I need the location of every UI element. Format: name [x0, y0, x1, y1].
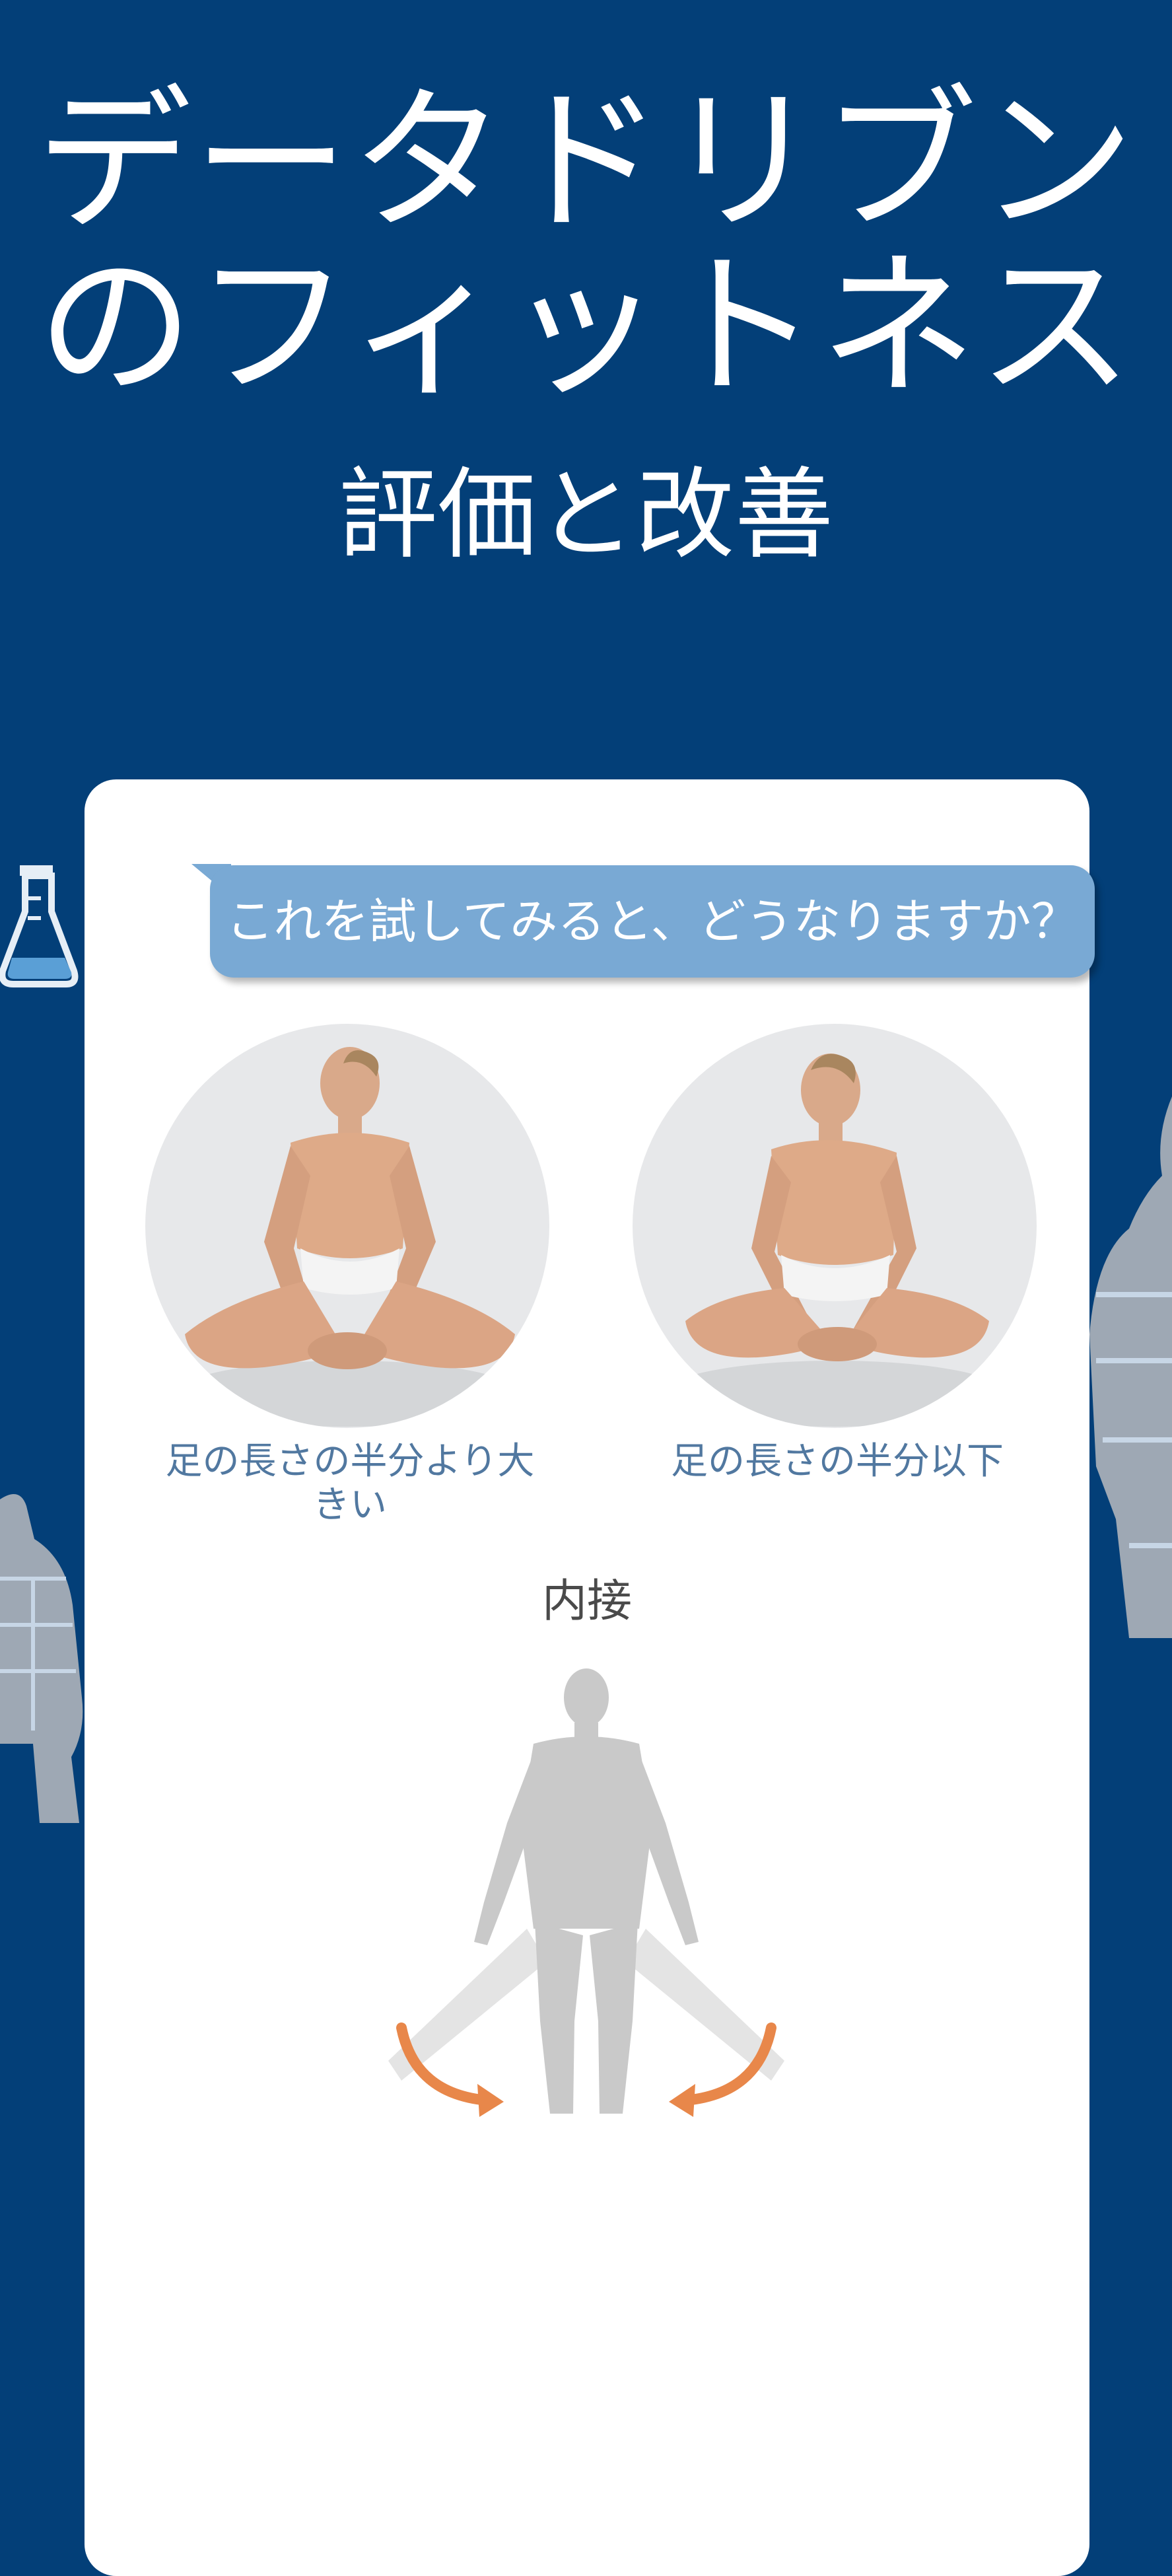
- flask-icon: [0, 865, 79, 987]
- option-label-wide: 足の長さの半分より大 きい: [145, 1440, 555, 1527]
- muscle-figure-left-icon: [0, 1494, 83, 1823]
- subheadline: 評価と改善: [338, 458, 834, 573]
- headline-line-2: のフィットネス: [37, 236, 1135, 417]
- option-label-wide-line-1: 足の長さの半分より大: [165, 1440, 535, 1483]
- option-photo-wide: [145, 1024, 549, 1428]
- option-photo-narrow: [633, 1024, 1037, 1428]
- headline-line-1: データドリブン: [36, 71, 1136, 252]
- section-title: 内接: [541, 1575, 632, 1628]
- question-bubble: これを試してみると、どうなりますか？: [210, 865, 1095, 978]
- person-seated-stretch-icon: [176, 1047, 519, 1427]
- abducted-legs-shadow: [388, 1929, 784, 2081]
- headline: データドリブン のフィットネス: [0, 79, 1172, 410]
- muscle-figure-right-icon: [1089, 1096, 1172, 1638]
- option-label-narrow-line-1: 足の長さの半分以下: [671, 1440, 1004, 1483]
- option-label-narrow: 足の長さの半分以下: [633, 1440, 1042, 1484]
- option-wide-stance[interactable]: 足の長さの半分より大 きい: [145, 1024, 555, 1527]
- option-narrow-stance[interactable]: 足の長さの半分以下: [633, 1024, 1042, 1484]
- assessment-card: これを試してみると、どうなりますか？ 足の長さの半分より大 きい 足の長さの半分…: [85, 779, 1095, 2576]
- person-seated-stretch-icon: [663, 1054, 1006, 1427]
- option-label-wide-line-2: きい: [313, 1484, 387, 1526]
- adduction-diagram: [388, 1668, 784, 2117]
- body-silhouette-icon: [474, 1668, 699, 2114]
- adduction-arrow-icon: [396, 2022, 776, 2106]
